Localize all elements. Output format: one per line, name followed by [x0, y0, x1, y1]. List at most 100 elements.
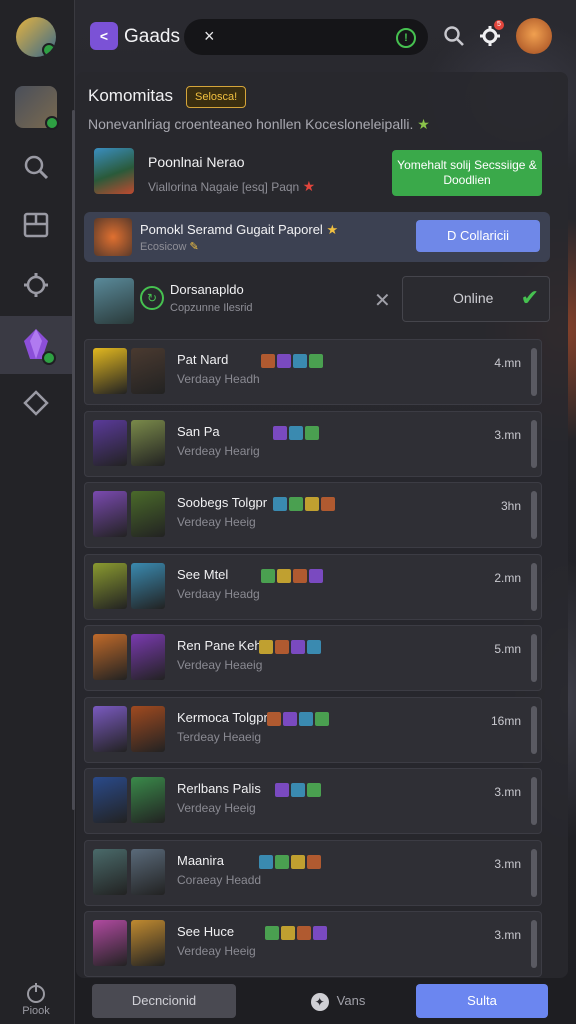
friend-status: Verdeay Heeig: [177, 801, 256, 815]
left-scrollbar[interactable]: [72, 110, 75, 810]
back-icon[interactable]: <: [90, 22, 118, 50]
friend-name: See Huce: [177, 924, 235, 939]
game-badge-icon: [321, 497, 335, 511]
search-input[interactable]: × !: [184, 19, 428, 55]
power-icon: [27, 983, 45, 1003]
check-icon: ✔: [520, 285, 539, 310]
friend-status: Verdeay Heeig: [177, 944, 256, 958]
avatar: [131, 491, 165, 537]
avatar: [93, 848, 127, 895]
featured-card[interactable]: Poonlnai Nerao Viallorina Nagaie [esq] P…: [84, 142, 550, 204]
rail-item-guild[interactable]: [0, 316, 72, 374]
row-scrollbar[interactable]: [531, 634, 537, 682]
avatar: [93, 705, 127, 752]
avatar: [131, 634, 165, 680]
avatar: [93, 491, 127, 537]
last-seen: 2.mn: [494, 570, 521, 585]
friend-row[interactable]: Kermoca Tolgpr Terdeay Heaeig 16mn: [84, 696, 542, 763]
rail-item-layout[interactable]: [0, 196, 72, 254]
game-badges: [259, 854, 321, 869]
game-badge-icon: [293, 354, 307, 368]
rail-footer[interactable]: Piook: [0, 974, 72, 1024]
layout-icon: [23, 212, 49, 238]
search-button[interactable]: [442, 24, 466, 48]
rail-item-search[interactable]: [0, 138, 72, 196]
tag-label: Selosca!: [195, 91, 238, 103]
friend-row[interactable]: Soobegs Tolgpr Verdeay Heeig 3hn: [84, 482, 542, 548]
avatar: [94, 278, 134, 324]
last-seen: 3.mn: [494, 928, 521, 942]
row-scrollbar[interactable]: [531, 848, 537, 897]
last-seen: 5.mn: [494, 642, 521, 656]
row-scrollbar[interactable]: [531, 920, 537, 968]
collaborate-button[interactable]: D Collaricii: [416, 220, 540, 252]
vans-label: Vans: [336, 993, 366, 1008]
community-panel: Komomitas Selosca! Nonevanlriag croentea…: [76, 72, 568, 978]
friend-name: Kermoca Tolgpr: [177, 709, 268, 725]
star-icon: ★: [417, 116, 430, 132]
last-seen: 3hn: [500, 499, 521, 513]
row-scrollbar[interactable]: [531, 419, 537, 468]
game-badge-icon: [261, 568, 275, 583]
friend-row[interactable]: Pat Nard Verdaay Headh 4.mn: [84, 339, 542, 405]
settings-button[interactable]: 5: [478, 20, 504, 48]
info-icon[interactable]: !: [396, 28, 416, 48]
section-tag[interactable]: Selosca!: [186, 86, 247, 108]
user-avatar[interactable]: [516, 18, 552, 54]
online-dot-icon: [42, 43, 56, 57]
game-badge-icon: [275, 854, 289, 869]
join-session-button[interactable]: Yomehalt solij Secssiige & Doodlien: [392, 150, 542, 196]
friend-row[interactable]: Maanira Coraeay Headd 3.mn: [84, 839, 542, 906]
last-seen: 3.mn: [494, 427, 521, 442]
clear-icon[interactable]: ×: [204, 26, 215, 47]
game-badge-icon: [259, 854, 273, 869]
avatar: [93, 634, 127, 680]
game-badges: [261, 568, 323, 583]
game-badge-icon: [309, 354, 323, 368]
game-badge-icon: [299, 711, 313, 726]
friend-row[interactable]: See Huce Verdeay Heeig 3.mn: [84, 911, 542, 977]
friend-status: Verdeay Heaeig: [177, 658, 263, 672]
game-badge-icon: [265, 926, 279, 940]
close-icon[interactable]: ✕: [374, 288, 391, 313]
decline-button[interactable]: Decncionid: [92, 984, 236, 1018]
friend-row[interactable]: Ren Pane Keh Verdeay Heaeig 5.mn: [84, 625, 542, 691]
left-rail: Piook: [0, 0, 75, 1024]
friend-row[interactable]: See Mtel Verdaay Headg 2.mn: [84, 553, 542, 620]
card-name: Dorsanapldo: [170, 282, 244, 297]
avatar: [131, 419, 165, 466]
app-title: Gaads: [124, 26, 180, 47]
friend-row[interactable]: Rerlbans Palis Verdeay Heeig 3.mn: [84, 768, 542, 834]
compass-icon: ✦: [310, 992, 329, 1011]
star-icon: ★: [302, 178, 316, 194]
row-scrollbar[interactable]: [531, 562, 537, 611]
profile-avatar[interactable]: [0, 8, 72, 66]
online-status-toggle[interactable]: Online ✔: [402, 276, 550, 322]
game-badges: [273, 425, 319, 440]
section-subtitle: Nonevanlriag croenteaneo honllen Koceslo…: [88, 116, 430, 132]
vans-button[interactable]: ✦ Vans: [288, 984, 388, 1018]
status-card[interactable]: ↻ Dorsanapldo Copzunne Ilesrid ✕ Online …: [84, 276, 550, 326]
row-scrollbar[interactable]: [531, 777, 537, 825]
rail-item-settings[interactable]: [0, 256, 72, 314]
friend-row[interactable]: San Pa Verdeay Hearig 3.mn: [84, 410, 542, 477]
friend-name: Soobegs Tolgpr: [177, 495, 268, 510]
row-scrollbar[interactable]: [531, 705, 537, 754]
community-icon: [15, 86, 59, 130]
game-badge-icon: [275, 640, 289, 654]
rail-item-shield[interactable]: [0, 374, 72, 432]
invite-card[interactable]: Pomokl Seramd Gugait Paporel ★ Ecosicow …: [84, 212, 550, 262]
status-dot-icon: [45, 116, 59, 130]
friend-name: Rerlbans Palis: [177, 781, 261, 796]
search-icon: [444, 26, 464, 46]
rail-item-community[interactable]: [0, 78, 72, 136]
avatar: [94, 218, 132, 256]
section-title: Komomitas: [88, 86, 174, 105]
search-icon: [24, 155, 49, 180]
friend-name: Pat Nard: [177, 352, 229, 367]
submit-button[interactable]: Sulta: [416, 984, 548, 1018]
row-scrollbar[interactable]: [531, 491, 537, 539]
row-scrollbar[interactable]: [531, 348, 537, 396]
game-badges: [261, 354, 323, 368]
rail-footer-label: Piook: [22, 1005, 50, 1017]
